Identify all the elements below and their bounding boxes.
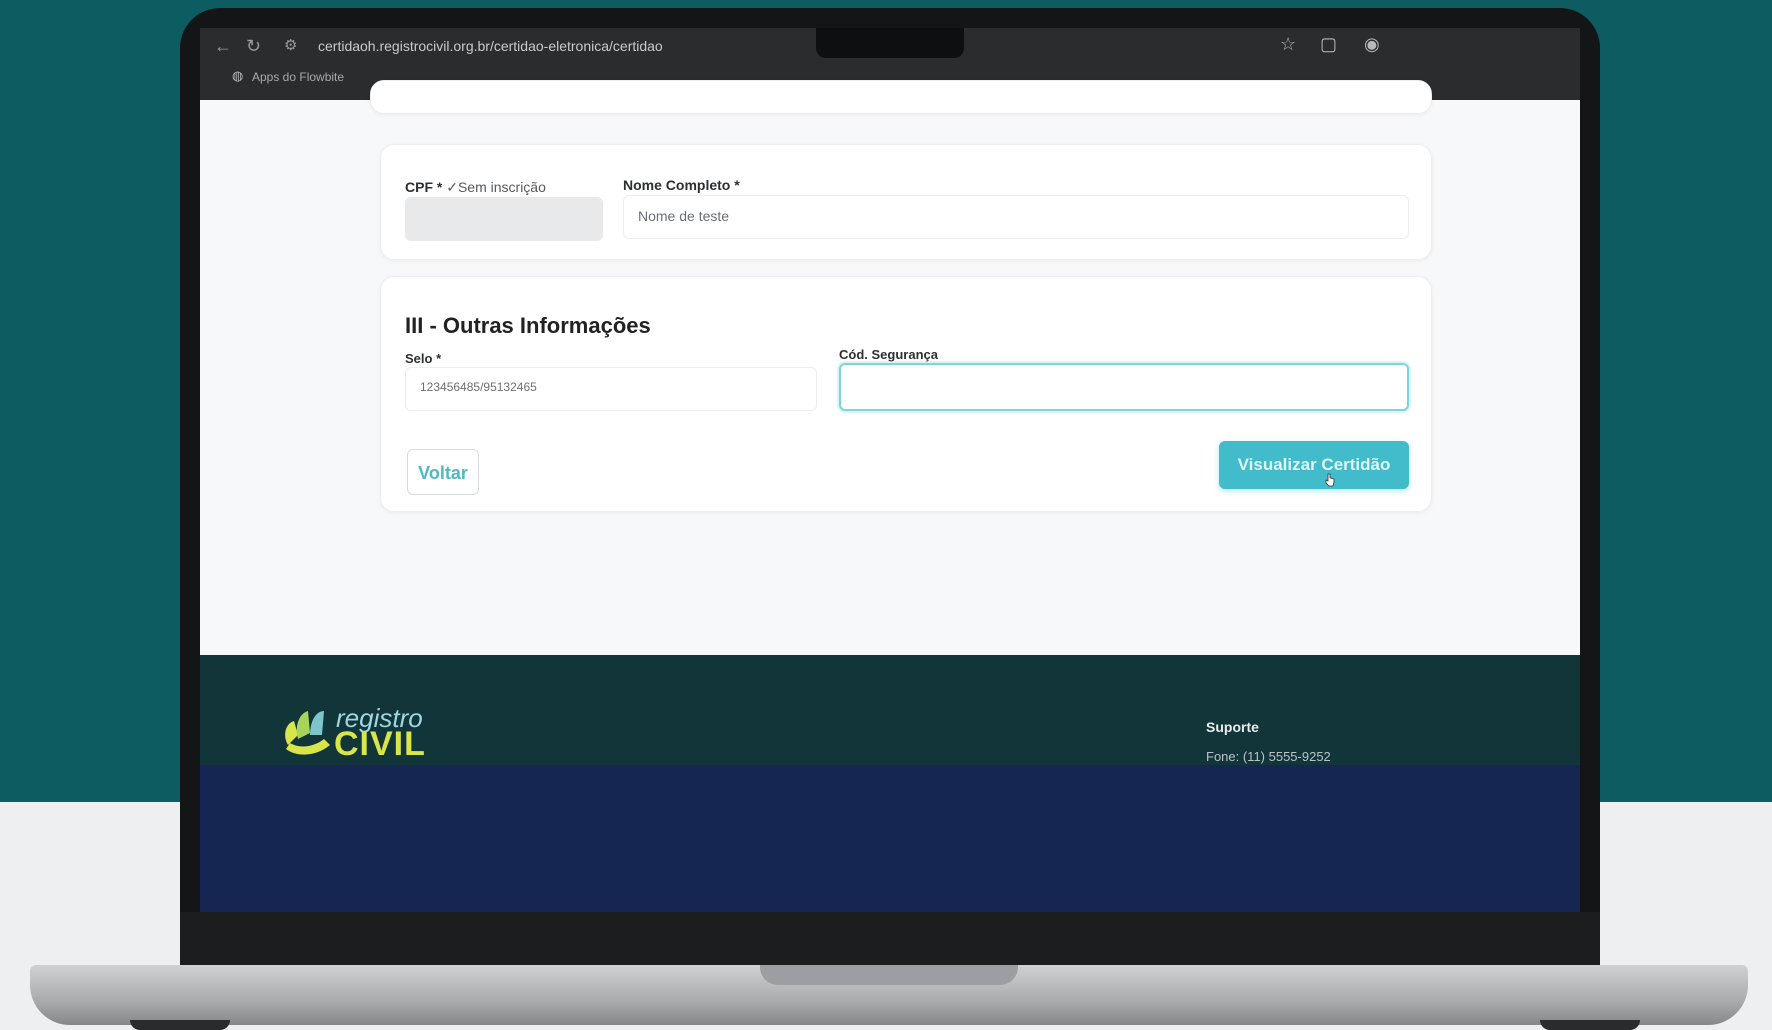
full-name-field[interactable]: Nome de teste (623, 195, 1409, 239)
registro-civil-logo[interactable]: registro CIVIL (280, 701, 450, 763)
back-button[interactable]: Voltar (407, 449, 479, 495)
security-code-label: Cód. Segurança (839, 347, 938, 362)
cpf-field[interactable] (405, 197, 603, 241)
laptop-bottom-bezel (180, 912, 1600, 965)
cpf-note: ✓Sem inscrição (446, 179, 546, 195)
name-label: Nome Completo * (623, 177, 740, 193)
section-title: III - Outras Informações (405, 313, 651, 338)
previous-card-edge (370, 80, 1432, 114)
reload-icon[interactable]: ↻ (246, 36, 261, 56)
footer-bottom-band (200, 765, 1580, 912)
laptop-screen: ← ↻ ⚙ certidaoh.registrocivil.org.br/cer… (200, 28, 1580, 912)
bookmark-label[interactable]: Apps do Flowbite (252, 70, 344, 84)
back-arrow-icon[interactable]: ← (214, 36, 232, 56)
camera-notch (816, 28, 964, 58)
site-settings-icon[interactable]: ⚙ (284, 36, 297, 56)
extensions-icon[interactable]: ▢ (1320, 34, 1337, 55)
hands-logo-icon (285, 711, 330, 755)
support-phone[interactable]: Fone: (11) 5555-9252 (1206, 749, 1331, 764)
identification-card: CPF * ✓Sem inscrição Nome Completo * Nom… (380, 144, 1432, 260)
selo-label: Selo * (405, 351, 442, 366)
page-content: CPF * ✓Sem inscrição Nome Completo * Nom… (200, 80, 1580, 655)
star-icon[interactable]: ☆ (1280, 34, 1296, 55)
site-footer: registro CIVIL Suporte Fone: (11) 5555-9… (200, 655, 1580, 765)
logo-text-bottom: CIVIL (334, 725, 426, 763)
cpf-label: CPF * ✓Sem inscrição (405, 179, 546, 195)
selo-field[interactable]: 123456485/95132465 (405, 367, 817, 411)
support-title: Suporte (1206, 719, 1259, 735)
profile-icon[interactable]: ◉ (1364, 34, 1380, 55)
laptop-opening-groove (760, 965, 1018, 985)
hand-cursor-icon (1325, 473, 1335, 487)
security-code-field[interactable] (839, 363, 1409, 411)
globe-icon: ◍ (232, 68, 244, 83)
other-info-card: III - Outras Informações Selo * 12345648… (380, 276, 1432, 512)
laptop-foot-right (1540, 1020, 1640, 1030)
view-certificate-button[interactable]: Visualizar Certidão (1219, 441, 1409, 489)
laptop-foot-left (130, 1020, 230, 1030)
